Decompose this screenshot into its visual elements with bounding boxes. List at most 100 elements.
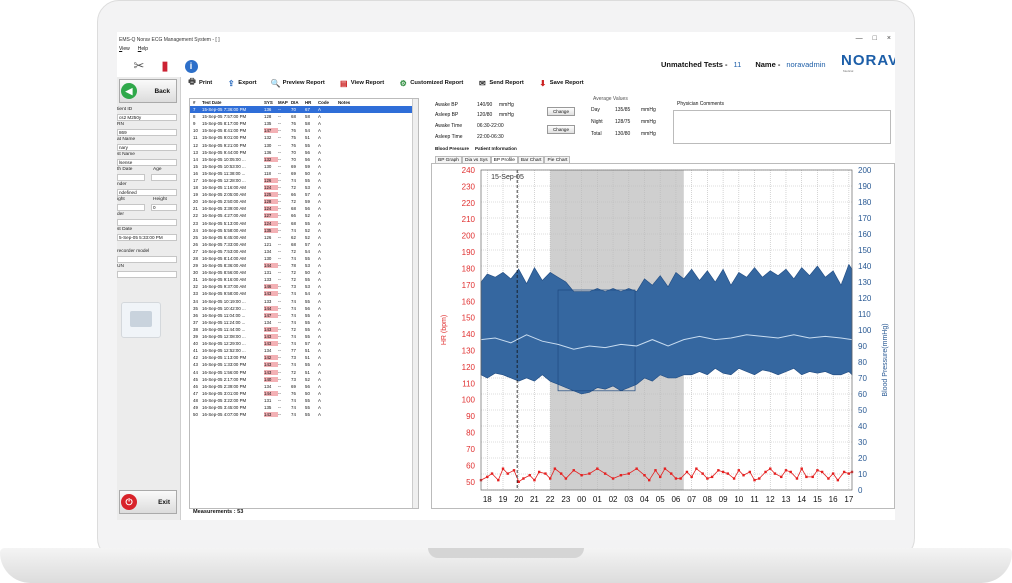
table-row[interactable]: 20 16-Sep-05 2:50:00 AM 128 -- 72 59 A — [190, 198, 418, 205]
print-button[interactable]: 🖶 Print — [187, 77, 212, 88]
table-row[interactable]: 42 16-Sep-05 1:13:00 PM 142 -- 73 51 A — [190, 354, 418, 361]
patient-field-value[interactable] — [117, 256, 177, 263]
column-header[interactable]: # — [190, 100, 202, 105]
table-row[interactable]: 11 15-Sep-05 9:01:00 PM 132 -- 75 51 A — [190, 134, 418, 141]
table-row[interactable]: 7 15-Sep-05 7:36:00 PM 136 -- 70 67 A — [190, 106, 418, 114]
table-scrollbar[interactable] — [412, 99, 418, 508]
table-row[interactable]: 28 16-Sep-05 8:14:00 AM 130 -- 74 55 A — [190, 255, 418, 262]
table-cell: -- — [278, 263, 281, 269]
exit-button[interactable]: ⏻ Exit — [119, 490, 177, 514]
customized-report-button[interactable]: ⚙ Customized Report — [398, 78, 464, 88]
table-row[interactable]: 24 16-Sep-05 5:58:00 AM 135 -- 74 52 A — [190, 227, 418, 234]
change-bp-button[interactable]: Change — [547, 107, 575, 116]
table-row[interactable]: 14 15-Sep-05 10:05:00 ... 132 -- 70 56 A — [190, 156, 418, 163]
table-cell: -- — [278, 192, 281, 198]
table-row[interactable]: 50 16-Sep-05 4:07:00 PM 143 -- 74 55 A — [190, 411, 418, 418]
table-row[interactable]: 38 16-Sep-05 11:44:00 ... 143 -- 72 55 A — [190, 326, 418, 333]
patient-field-value[interactable] — [117, 174, 145, 181]
table-cell: -- — [278, 362, 281, 368]
patient-field-value[interactable]: 5-Sep-05 5:33:00 PM — [117, 234, 177, 241]
height-field[interactable]: 0 — [151, 204, 177, 211]
table-row[interactable]: 13 15-Sep-05 9:44:00 PM 136 -- 70 56 A — [190, 149, 418, 156]
send-report-button[interactable]: ✉ Send Report — [477, 78, 524, 88]
chart-svg: 15-Sep-055060708090100110120130140150160… — [441, 166, 889, 516]
table-row[interactable]: 26 16-Sep-05 7:33:00 AM 121 -- 68 57 A — [190, 241, 418, 248]
tab-blood-pressure[interactable]: Blood Pressure — [435, 146, 469, 151]
table-row[interactable]: 33 16-Sep-05 9:58:00 AM 143 -- 74 54 A — [190, 290, 418, 297]
patient-field-value[interactable]: ndefined — [117, 189, 177, 196]
table-row[interactable]: 46 16-Sep-05 2:39:00 PM 134 -- 69 56 A — [190, 383, 418, 390]
table-cell: 16-Sep-05 7:33:00 AM — [202, 241, 246, 247]
y-right-tick-label: 90 — [858, 342, 867, 351]
minimize-button[interactable]: — — [856, 35, 863, 42]
tools-icon[interactable]: ✂ — [131, 58, 147, 74]
table-row[interactable]: 37 16-Sep-05 11:24:00 ... 134 -- 74 55 A — [190, 319, 418, 326]
change-time-button[interactable]: Change — [547, 125, 575, 134]
save-report-button[interactable]: ⬇ Save Report — [538, 78, 583, 88]
maximize-button[interactable]: □ — [873, 35, 877, 42]
age-field[interactable] — [151, 174, 177, 181]
table-row[interactable]: 27 16-Sep-05 7:53:00 AM 134 -- 72 54 A — [190, 248, 418, 255]
table-row[interactable]: 15 15-Sep-05 10:53:00 ... 130 -- 69 59 A — [190, 163, 418, 170]
height-label: Height — [153, 197, 167, 202]
back-button[interactable]: ◀ Back — [119, 79, 177, 103]
table-row[interactable]: 40 16-Sep-05 12:29:00 ... 143 -- 74 57 A — [190, 340, 418, 347]
export-button[interactable]: ⇪ Export — [226, 78, 257, 88]
column-header[interactable]: HR — [305, 100, 318, 105]
norav-logo: NORAV — [841, 52, 895, 69]
table-row[interactable]: 45 16-Sep-05 2:17:00 PM 140 -- 73 52 A — [190, 376, 418, 383]
table-row[interactable]: 43 16-Sep-05 1:33:00 PM 143 -- 74 55 A — [190, 361, 418, 368]
table-row[interactable]: 30 16-Sep-05 8:56:00 AM 131 -- 72 50 A — [190, 269, 418, 276]
column-header[interactable]: MAP — [278, 100, 291, 105]
patient-field-value[interactable]: 869 — [117, 129, 177, 136]
table-row[interactable]: 10 15-Sep-05 8:41:00 PM 147 -- 76 54 A — [190, 127, 418, 134]
column-header[interactable]: SYS — [264, 100, 278, 105]
table-cell: 143 — [264, 362, 278, 368]
table-row[interactable]: 34 16-Sep-05 10:19:00 ... 133 -- 74 55 A — [190, 298, 418, 305]
menu-view[interactable]: View — [119, 46, 130, 54]
table-row[interactable]: 23 16-Sep-05 5:13:00 AM 124 -- 68 55 A — [190, 220, 418, 227]
info-icon[interactable]: i — [183, 58, 199, 74]
table-row[interactable]: 31 16-Sep-05 9:16:00 AM 133 -- 72 55 A — [190, 276, 418, 283]
table-row[interactable]: 47 16-Sep-05 3:01:00 PM 144 -- 76 50 A — [190, 390, 418, 397]
table-row[interactable]: 32 16-Sep-05 9:37:00 AM 146 -- 73 53 A — [190, 283, 418, 290]
table-row[interactable]: 48 16-Sep-05 3:22:00 PM 131 -- 74 55 A — [190, 397, 418, 404]
patient-field-value[interactable] — [117, 204, 145, 211]
column-header[interactable]: Code — [318, 100, 338, 105]
view-report-button[interactable]: ▤ View Report — [339, 78, 384, 88]
menu-help[interactable]: Help — [138, 46, 148, 54]
table-cell: 70 — [291, 149, 296, 155]
table-row[interactable]: 12 15-Sep-05 9:21:00 PM 130 -- 76 55 A — [190, 141, 418, 148]
column-header[interactable]: Test Date — [202, 100, 264, 105]
patient-field-value[interactable]: lsense — [117, 159, 177, 166]
patient-field-value[interactable]: cs2 M250y — [117, 114, 177, 121]
table-row[interactable]: 16 15-Sep-05 11:38:00 ... 118 -- 69 50 A — [190, 170, 418, 177]
table-row[interactable]: 36 16-Sep-05 11:04:00 ... 147 -- 74 55 A — [190, 312, 418, 319]
table-row[interactable]: 9 15-Sep-05 8:17:00 PM 135 -- 76 58 A — [190, 120, 418, 127]
table-row[interactable]: 22 16-Sep-05 4:27:00 AM 127 -- 66 52 A — [190, 212, 418, 219]
logout-door-icon[interactable]: ▮ — [157, 58, 173, 74]
column-header[interactable]: Notes — [338, 100, 350, 105]
preview-report-button[interactable]: 🔍 Preview Report — [271, 78, 325, 88]
table-row[interactable]: 18 16-Sep-05 1:16:00 AM 124 -- 72 53 A — [190, 184, 418, 191]
table-row[interactable]: 39 16-Sep-05 12:08:00 ... 143 -- 74 55 A — [190, 333, 418, 340]
toolbar-button-label: Export — [238, 80, 257, 86]
tab-patient-information[interactable]: Patient Information — [475, 146, 517, 151]
patient-field-value[interactable]: nary — [117, 144, 177, 151]
table-row[interactable]: 21 16-Sep-05 3:39:00 AM 124 -- 68 56 A — [190, 205, 418, 212]
table-row[interactable]: 17 16-Sep-05 12:28:00 ... 126 -- 74 55 A — [190, 177, 418, 184]
table-row[interactable]: 41 16-Sep-05 12:52:00 ... 134 -- 77 51 A — [190, 347, 418, 354]
table-row[interactable]: 25 16-Sep-05 6:45:00 AM 126 -- 62 52 A — [190, 234, 418, 241]
table-row[interactable]: 49 16-Sep-05 3:45:00 PM 135 -- 74 55 A — [190, 404, 418, 411]
avg-night-value: 128/75 — [615, 119, 631, 125]
table-row[interactable]: 8 15-Sep-05 7:57:00 PM 128 -- 68 58 A — [190, 113, 418, 120]
patient-field-value[interactable] — [117, 219, 177, 226]
table-row[interactable]: 29 16-Sep-05 8:36:00 AM 144 -- 78 53 A — [190, 262, 418, 269]
table-row[interactable]: 19 16-Sep-05 2:05:00 AM 125 -- 66 57 A — [190, 191, 418, 198]
patient-field-value[interactable] — [117, 271, 177, 278]
table-row[interactable]: 44 16-Sep-05 1:56:00 PM 143 -- 72 51 A — [190, 368, 418, 375]
table-row[interactable]: 35 16-Sep-05 10:42:00 ... 144 -- 74 56 A — [190, 305, 418, 312]
close-button[interactable]: × — [887, 35, 891, 42]
column-header[interactable]: DIA — [291, 100, 305, 105]
physician-comments-field[interactable] — [673, 110, 891, 144]
